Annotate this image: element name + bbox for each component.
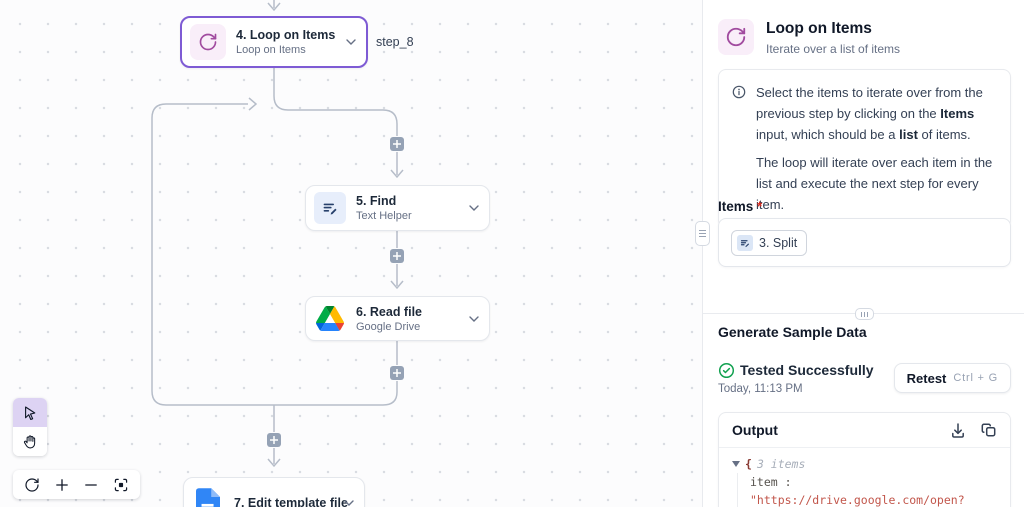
chevron-down-icon[interactable] bbox=[346, 39, 356, 45]
info-paragraph: The loop will iterate over each item in … bbox=[756, 152, 997, 215]
node-subtitle: Loop on Items bbox=[236, 44, 335, 56]
chip-label: 3. Split bbox=[759, 236, 797, 250]
node-title: 6. Read file bbox=[356, 305, 422, 319]
text-helper-icon bbox=[314, 192, 346, 224]
fit-screen-icon bbox=[113, 477, 129, 493]
minus-icon bbox=[83, 477, 99, 493]
json-item-count: 3 items bbox=[757, 455, 805, 473]
node-loop-on-items[interactable]: 4. Loop on Items Loop on Items bbox=[180, 16, 368, 68]
copy-icon bbox=[981, 422, 997, 438]
step-name-label: step_8 bbox=[376, 35, 414, 49]
canvas-tool-group bbox=[13, 398, 47, 456]
node-title: 7. Edit template file bbox=[234, 496, 334, 507]
add-step-button[interactable] bbox=[390, 137, 404, 151]
info-icon bbox=[732, 85, 746, 215]
test-timestamp: Today, 11:13 PM bbox=[718, 383, 803, 395]
chevron-down-icon[interactable] bbox=[469, 205, 479, 211]
connection-lines bbox=[0, 0, 702, 507]
node-subtitle: Text Helper bbox=[356, 210, 412, 222]
sample-data-heading: Generate Sample Data bbox=[718, 324, 867, 340]
add-step-button[interactable] bbox=[267, 433, 281, 447]
reset-view-button[interactable] bbox=[20, 473, 44, 497]
panel-resize-handle[interactable] bbox=[695, 221, 710, 246]
success-check-icon bbox=[718, 362, 735, 379]
add-step-button[interactable] bbox=[390, 366, 404, 380]
chevron-down-icon[interactable] bbox=[344, 500, 354, 506]
json-string-value: "https://drive.google.com/open? bbox=[750, 491, 999, 507]
copy-output-button[interactable] bbox=[981, 422, 997, 438]
plus-icon bbox=[392, 368, 402, 378]
required-asterisk: * bbox=[757, 199, 762, 214]
select-tool-button[interactable] bbox=[13, 398, 47, 427]
items-value-chip[interactable]: 3. Split bbox=[731, 230, 807, 256]
chevron-down-icon[interactable] bbox=[469, 316, 479, 322]
split-step-icon bbox=[737, 235, 753, 251]
items-field-label: Items * bbox=[718, 199, 762, 214]
section-resize-handle[interactable] bbox=[855, 308, 874, 320]
json-brace: { bbox=[745, 455, 752, 473]
test-status: Tested Successfully bbox=[740, 362, 874, 378]
loop-icon bbox=[190, 24, 226, 60]
plus-icon bbox=[392, 251, 402, 261]
plus-icon bbox=[54, 477, 70, 493]
node-title: 5. Find bbox=[356, 194, 412, 208]
cursor-icon bbox=[22, 405, 38, 421]
google-docs-icon bbox=[192, 487, 224, 507]
canvas-zoom-toolbar bbox=[13, 470, 140, 499]
json-key: item : bbox=[750, 473, 999, 491]
output-json-tree: { 3 items item : "https://drive.google.c… bbox=[719, 448, 1010, 507]
retest-shortcut: Ctrl + G bbox=[953, 372, 998, 384]
panel-subtitle: Iterate over a list of items bbox=[766, 42, 900, 56]
retest-label: Retest bbox=[907, 371, 947, 386]
workflow-canvas[interactable]: 4. Loop on Items Loop on Items step_8 5.… bbox=[0, 0, 702, 507]
section-divider bbox=[703, 313, 1024, 314]
items-input[interactable]: 3. Split bbox=[718, 218, 1011, 267]
node-edit-template-file[interactable]: 7. Edit template file bbox=[183, 477, 365, 507]
output-title: Output bbox=[732, 422, 935, 438]
refresh-icon bbox=[24, 477, 40, 493]
node-title: 4. Loop on Items bbox=[236, 28, 335, 42]
collapse-toggle-icon[interactable] bbox=[732, 461, 740, 467]
pan-tool-button[interactable] bbox=[13, 427, 47, 456]
plus-icon bbox=[269, 435, 279, 445]
google-drive-icon bbox=[314, 303, 346, 335]
info-paragraph: Select the items to iterate over from th… bbox=[756, 82, 997, 145]
download-output-button[interactable] bbox=[950, 422, 966, 438]
retest-button[interactable]: Retest Ctrl + G bbox=[894, 363, 1011, 393]
node-find[interactable]: 5. Find Text Helper bbox=[305, 185, 490, 231]
panel-title: Loop on Items bbox=[766, 20, 872, 38]
fit-to-screen-button[interactable] bbox=[109, 473, 133, 497]
add-step-button[interactable] bbox=[390, 249, 404, 263]
step-details-panel: Loop on Items Iterate over a list of ite… bbox=[702, 0, 1024, 507]
hand-icon bbox=[22, 434, 38, 450]
zoom-out-button[interactable] bbox=[79, 473, 103, 497]
node-subtitle: Google Drive bbox=[356, 321, 422, 333]
loop-icon bbox=[718, 19, 754, 55]
output-card: Output { 3 items item : "https: bbox=[718, 412, 1011, 507]
plus-icon bbox=[392, 139, 402, 149]
download-icon bbox=[950, 422, 966, 438]
node-read-file[interactable]: 6. Read file Google Drive bbox=[305, 296, 490, 341]
zoom-in-button[interactable] bbox=[50, 473, 74, 497]
